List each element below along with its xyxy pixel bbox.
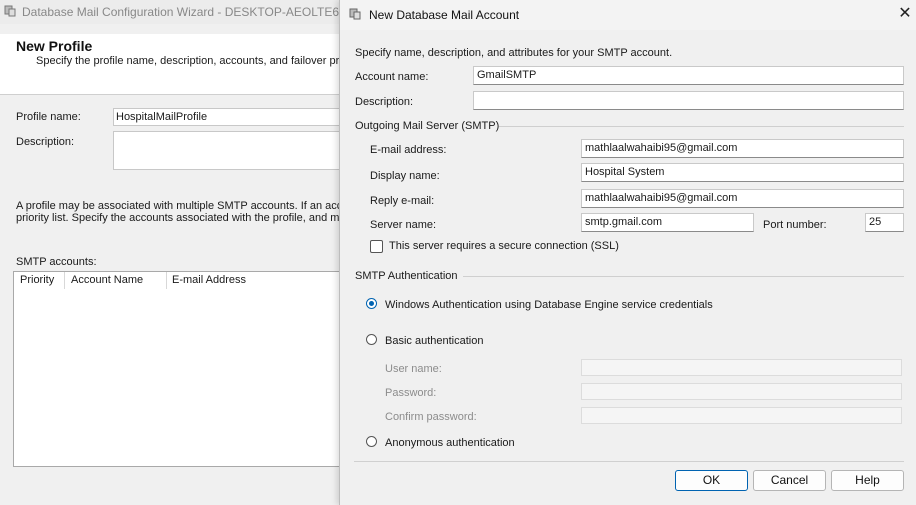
profile-info-line1: A profile may be associated with multipl… bbox=[16, 200, 355, 212]
user-name-label: User name: bbox=[385, 363, 442, 375]
wizard-title: Database Mail Configuration Wizard - DES… bbox=[22, 5, 340, 19]
ok-button[interactable]: OK bbox=[675, 470, 748, 491]
email-address-input[interactable]: mathlaalwahaibi95@gmail.com bbox=[581, 139, 904, 158]
smtp-accounts-list[interactable] bbox=[13, 271, 345, 467]
description-label: Description: bbox=[355, 96, 414, 108]
ssl-checkbox[interactable] bbox=[370, 240, 383, 253]
help-button[interactable]: Help bbox=[831, 470, 904, 491]
server-name-label: Server name: bbox=[370, 219, 437, 231]
outgoing-server-group-label: Outgoing Mail Server (SMTP) bbox=[355, 120, 500, 132]
confirm-password-label: Confirm password: bbox=[385, 411, 477, 423]
profile-info-line2: priority list. Specify the accounts asso… bbox=[16, 212, 358, 224]
server-name-input[interactable]: smtp.gmail.com bbox=[581, 213, 754, 232]
user-name-input bbox=[581, 359, 902, 376]
reply-email-label: Reply e-mail: bbox=[370, 195, 435, 207]
group-divider bbox=[463, 276, 904, 277]
confirm-password-input bbox=[581, 407, 902, 424]
column-priority[interactable]: Priority bbox=[20, 274, 54, 286]
close-icon[interactable]: ✕ bbox=[896, 5, 914, 23]
email-address-label: E-mail address: bbox=[370, 144, 447, 156]
smtp-auth-group-label: SMTP Authentication bbox=[355, 270, 458, 282]
smtp-accounts-label: SMTP accounts: bbox=[16, 256, 97, 268]
profile-name-input[interactable]: HospitalMailProfile bbox=[113, 108, 345, 126]
profile-description-input[interactable] bbox=[113, 131, 345, 170]
column-separator bbox=[166, 272, 167, 289]
display-name-label: Display name: bbox=[370, 170, 440, 182]
port-number-input[interactable]: 25 bbox=[865, 213, 904, 232]
column-separator bbox=[64, 272, 65, 289]
wizard-page-subtitle: Specify the profile name, description, a… bbox=[36, 55, 352, 67]
group-divider bbox=[499, 126, 904, 127]
password-label: Password: bbox=[385, 387, 437, 399]
cancel-button[interactable]: Cancel bbox=[753, 470, 826, 491]
wizard-page-title: New Profile bbox=[16, 38, 93, 54]
footer-divider bbox=[354, 461, 904, 462]
account-name-label: Account name: bbox=[355, 71, 429, 83]
display-name-input[interactable]: Hospital System bbox=[581, 163, 904, 182]
basic-auth-radio[interactable] bbox=[366, 334, 377, 345]
column-email-address[interactable]: E-mail Address bbox=[172, 274, 246, 286]
profile-description-label: Description: bbox=[16, 136, 75, 148]
windows-auth-radio[interactable] bbox=[366, 298, 377, 309]
dialog-intro: Specify name, description, and attribute… bbox=[355, 47, 673, 59]
port-number-label: Port number: bbox=[763, 219, 827, 231]
basic-auth-label[interactable]: Basic authentication bbox=[385, 335, 483, 347]
anonymous-auth-label[interactable]: Anonymous authentication bbox=[385, 437, 515, 449]
column-account-name[interactable]: Account Name bbox=[71, 274, 143, 286]
ssl-label[interactable]: This server requires a secure connection… bbox=[389, 240, 619, 252]
windows-auth-label[interactable]: Windows Authentication using Database En… bbox=[385, 299, 713, 311]
dialog-title: New Database Mail Account bbox=[369, 8, 520, 22]
anonymous-auth-radio[interactable] bbox=[366, 436, 377, 447]
password-input bbox=[581, 383, 902, 400]
description-input[interactable] bbox=[473, 91, 904, 110]
account-name-input[interactable]: GmailSMTP bbox=[473, 66, 904, 85]
wizard-app-icon bbox=[4, 5, 16, 17]
reply-email-input[interactable]: mathlaalwahaibi95@gmail.com bbox=[581, 189, 904, 208]
profile-name-label: Profile name: bbox=[16, 111, 81, 123]
dialog-app-icon bbox=[349, 8, 361, 20]
